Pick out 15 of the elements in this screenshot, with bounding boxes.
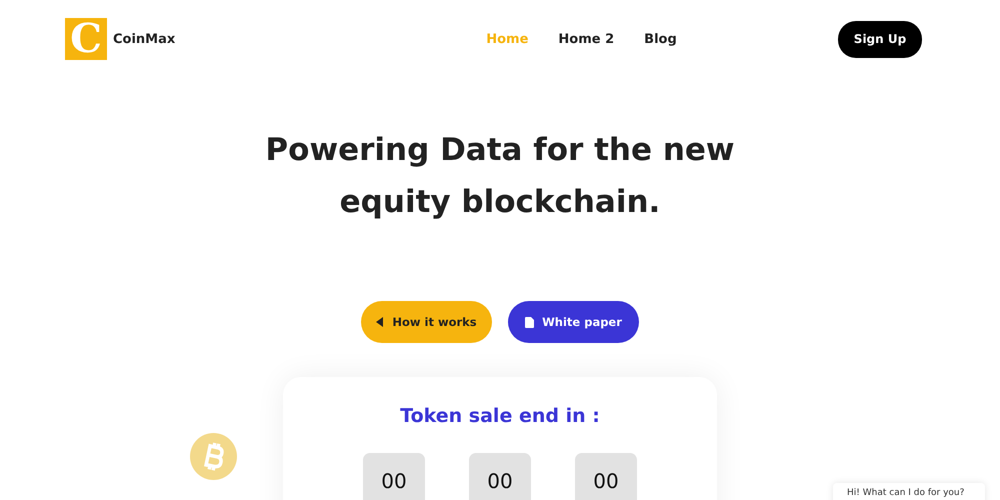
countdown-value: 00: [469, 453, 531, 500]
sign-up-button[interactable]: Sign Up: [838, 20, 922, 58]
countdown-title: Token sale end in :: [399, 405, 601, 427]
paper-button[interactable]: White paper: [508, 301, 639, 343]
document-icon: [525, 316, 534, 328]
nav-link[interactable]: Blog: [644, 32, 677, 46]
hero-heading: Powering Data for the new equity blockchain.: [264, 131, 736, 222]
play-icon: [376, 317, 384, 327]
bitcoin-icon: [190, 433, 237, 480]
brand-name: CoinMax: [113, 32, 176, 46]
nav-link[interactable]: Home 2: [558, 32, 614, 46]
chat-bubble[interactable]: Hi! What can I do for you?: [833, 483, 985, 500]
countdown-value: 00: [575, 453, 637, 500]
countdown-value: 00: [363, 453, 425, 500]
how-it-works-button[interactable]: How it works: [361, 301, 492, 343]
